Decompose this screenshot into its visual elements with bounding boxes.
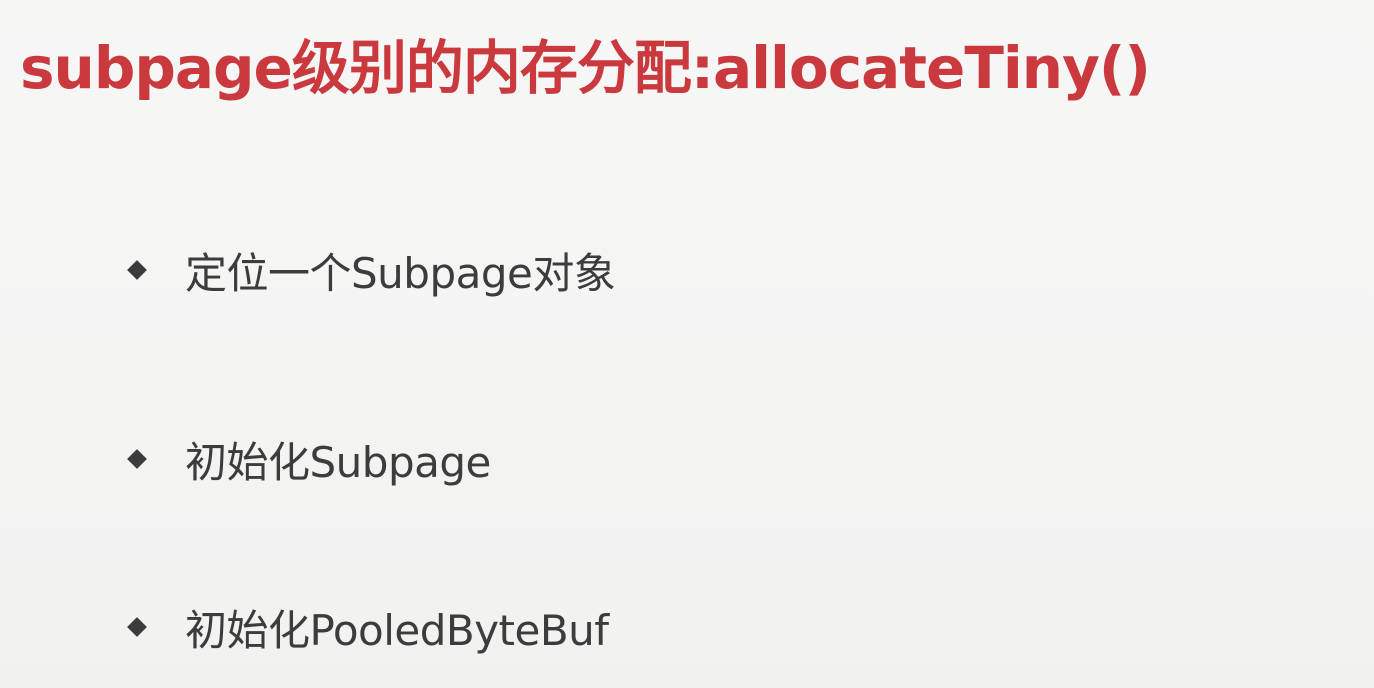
presentation-slide: subpage级别的内存分配:allocateTiny() 定位一个Subpag… — [0, 0, 1374, 688]
bullet-item: 初始化Subpage — [127, 429, 491, 489]
bullet-item: 初始化PooledByteBuf — [127, 597, 609, 657]
diamond-bullet-icon — [127, 617, 147, 637]
diamond-bullet-icon — [127, 260, 147, 280]
slide-title: subpage级别的内存分配:allocateTiny() — [20, 34, 1151, 102]
bullet-text: 初始化Subpage — [185, 437, 491, 487]
bullet-text: 初始化PooledByteBuf — [185, 605, 609, 655]
bullet-text: 定位一个Subpage对象 — [185, 248, 616, 298]
diamond-bullet-icon — [127, 449, 147, 469]
bullet-item: 定位一个Subpage对象 — [127, 240, 616, 300]
